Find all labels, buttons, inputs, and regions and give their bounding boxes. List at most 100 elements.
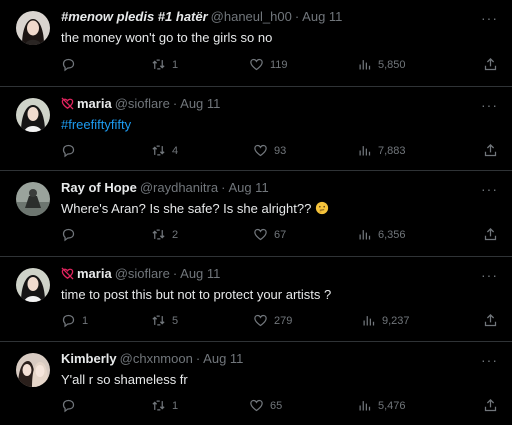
separator-dot: · [294, 9, 300, 24]
view-count: 6,356 [378, 228, 406, 241]
more-options-button[interactable]: ··· [481, 267, 498, 283]
like-button[interactable]: 67 [253, 227, 286, 242]
tweet-text: #freefiftyfifty [61, 116, 492, 133]
analytics-icon [357, 57, 372, 72]
more-options-button[interactable]: ··· [481, 97, 498, 113]
hashtag-link[interactable]: #freefiftyfifty [61, 117, 131, 132]
views-button[interactable]: 5,476 [357, 398, 406, 413]
share-button[interactable] [483, 57, 498, 72]
retweet-button[interactable]: 1 [151, 398, 178, 413]
reply-icon [61, 398, 76, 413]
view-count: 5,850 [378, 58, 406, 71]
share-button[interactable] [483, 227, 498, 242]
like-button[interactable]: 93 [253, 143, 286, 158]
retweet-count: 5 [172, 314, 179, 327]
like-count: 93 [274, 144, 287, 157]
like-count: 279 [274, 314, 293, 327]
more-options-button[interactable]: ··· [481, 181, 498, 197]
separator-dot: · [172, 96, 178, 111]
reply-icon [61, 227, 76, 242]
tweet[interactable]: Kimberly @chxnmoon · Aug 11 ··· Y'all r … [0, 342, 512, 425]
heart-icon [253, 143, 268, 158]
crossed-heart-icon [61, 97, 74, 110]
views-button[interactable]: 6,356 [357, 227, 406, 242]
reply-button[interactable] [61, 227, 82, 242]
avatar[interactable] [16, 11, 50, 45]
like-button[interactable]: 119 [249, 57, 288, 72]
tweet[interactable]: maria @sioflare · Aug 11 ··· time to pos… [0, 257, 512, 342]
avatar[interactable] [16, 268, 50, 302]
like-button[interactable]: 279 [253, 313, 292, 328]
timestamp[interactable]: Aug 11 [302, 9, 342, 24]
user-handle[interactable]: @raydhanitra [140, 180, 218, 195]
heart-icon [249, 57, 264, 72]
retweet-icon [151, 143, 166, 158]
reply-button[interactable]: 1 [61, 313, 88, 328]
timestamp[interactable]: Aug 11 [228, 180, 268, 195]
tweet-header: maria @sioflare · Aug 11 [61, 96, 472, 111]
views-button[interactable]: 9,237 [361, 313, 410, 328]
user-handle[interactable]: @haneul_h00 [211, 9, 292, 24]
analytics-icon [357, 227, 372, 242]
tweet-text: the money won't go to the girls so no [61, 30, 273, 45]
tweet-header: Kimberly @chxnmoon · Aug 11 [61, 351, 472, 366]
timestamp[interactable]: Aug 11 [203, 351, 243, 366]
retweet-button[interactable]: 1 [151, 57, 178, 72]
retweet-icon [151, 313, 166, 328]
views-button[interactable]: 5,850 [357, 57, 406, 72]
reply-button[interactable] [61, 143, 82, 158]
retweet-icon [151, 227, 166, 242]
share-icon [483, 313, 498, 328]
views-button[interactable]: 7,883 [357, 143, 406, 158]
display-name[interactable]: #menow pledis #1 hatër [61, 9, 208, 24]
separator-dot: · [172, 266, 178, 281]
reply-icon [61, 57, 76, 72]
retweet-count: 2 [172, 228, 179, 241]
view-count: 5,476 [378, 399, 406, 412]
tweet[interactable]: Ray of Hope @raydhanitra · Aug 11 ··· Wh… [0, 171, 512, 257]
share-button[interactable] [483, 313, 498, 328]
tweet-actions: 1 119 5,850 [61, 57, 498, 75]
more-options-button[interactable]: ··· [481, 352, 498, 368]
share-icon [483, 143, 498, 158]
timeline: #menow pledis #1 hatër @haneul_h00 · Aug… [0, 0, 512, 425]
display-name[interactable]: Ray of Hope [61, 180, 137, 195]
share-icon [483, 398, 498, 413]
analytics-icon [357, 398, 372, 413]
avatar[interactable] [16, 182, 50, 216]
more-options-button[interactable]: ··· [481, 10, 498, 26]
reply-button[interactable] [61, 57, 82, 72]
share-icon [483, 57, 498, 72]
display-name[interactable]: maria [77, 266, 112, 281]
share-button[interactable] [483, 143, 498, 158]
user-handle[interactable]: @sioflare [115, 96, 170, 111]
retweet-button[interactable]: 2 [151, 227, 178, 242]
display-name[interactable]: Kimberly [61, 351, 117, 366]
view-count: 9,237 [382, 314, 410, 327]
avatar[interactable] [16, 353, 50, 387]
timestamp[interactable]: Aug 11 [180, 266, 220, 281]
retweet-button[interactable]: 4 [151, 143, 178, 158]
share-button[interactable] [483, 398, 498, 413]
analytics-icon [361, 313, 376, 328]
user-handle[interactable]: @sioflare [115, 266, 170, 281]
tweet-actions: 1 65 5,476 [61, 398, 498, 416]
tweet-text: Y'all r so shameless fr [61, 372, 188, 387]
retweet-count: 1 [172, 399, 179, 412]
like-button[interactable]: 65 [249, 398, 282, 413]
display-name[interactable]: maria [77, 96, 112, 111]
tweet-header: maria @sioflare · Aug 11 [61, 266, 472, 281]
like-count: 67 [274, 228, 287, 241]
reply-button[interactable] [61, 398, 82, 413]
timestamp[interactable]: Aug 11 [180, 96, 220, 111]
tweet[interactable]: maria @sioflare · Aug 11 ··· #freefiftyf… [0, 87, 512, 171]
user-handle[interactable]: @chxnmoon [120, 351, 193, 366]
reply-count: 1 [82, 314, 89, 327]
crossed-heart-icon [61, 267, 74, 280]
tweet-actions: 2 67 6,356 [61, 227, 498, 245]
retweet-button[interactable]: 5 [151, 313, 178, 328]
tweet[interactable]: #menow pledis #1 hatër @haneul_h00 · Aug… [0, 0, 512, 87]
tweet-header: Ray of Hope @raydhanitra · Aug 11 [61, 180, 472, 195]
avatar[interactable] [16, 98, 50, 132]
analytics-icon [357, 143, 372, 158]
